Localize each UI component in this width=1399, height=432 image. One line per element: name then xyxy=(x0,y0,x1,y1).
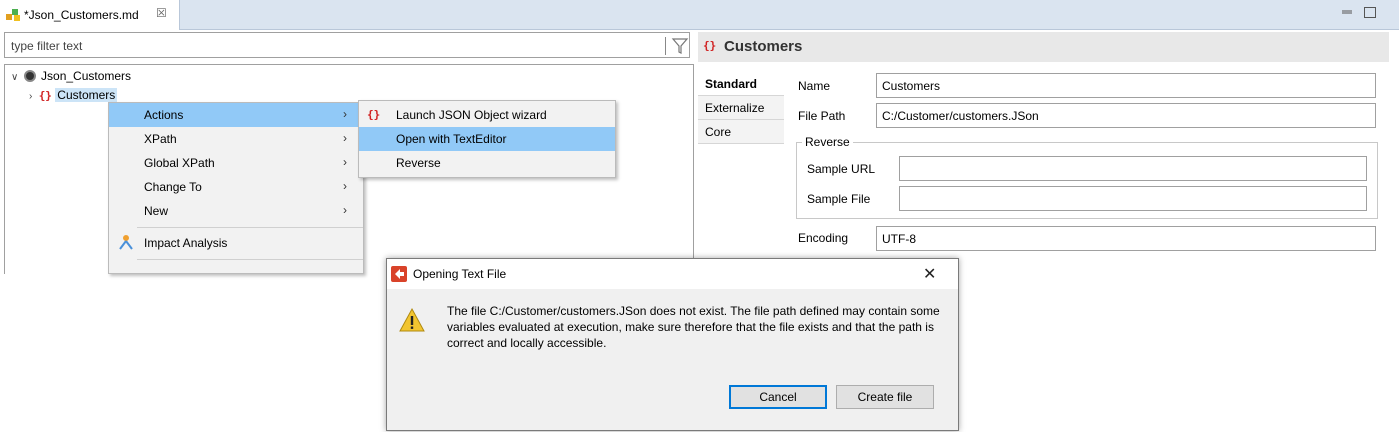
menu-item-label: Open with TextEditor xyxy=(396,132,507,146)
tree-item-json-customers[interactable]: ∨ Json_Customers xyxy=(11,69,131,87)
menu-item-label: Change To xyxy=(144,180,202,194)
menu-item-launch-json-wizard[interactable]: {} Launch JSON Object wizard xyxy=(359,103,615,127)
impact-analysis-icon xyxy=(117,234,135,255)
tree-item-customers[interactable]: › {} Customers xyxy=(29,88,118,106)
model-root-icon xyxy=(23,70,36,82)
dialog-message: The file C:/Customer/customers.JSon does… xyxy=(447,304,940,350)
menu-item-xpath[interactable]: XPath › xyxy=(109,127,363,151)
menu-item-open-with-texteditor[interactable]: Open with TextEditor xyxy=(359,127,615,151)
reverse-group-title: Reverse xyxy=(802,135,853,149)
dialog-title: Opening Text File xyxy=(413,267,507,281)
submenu-arrow-icon: › xyxy=(343,203,347,217)
json-object-icon: {} xyxy=(367,108,381,121)
submenu-arrow-icon: › xyxy=(343,131,347,145)
editor-tab-bar xyxy=(0,0,1399,30)
sample-url-label: Sample URL xyxy=(807,162,876,176)
filter-field[interactable] xyxy=(4,32,690,58)
menu-item-reverse[interactable]: Reverse xyxy=(359,151,615,175)
context-menu: Actions › XPath › Global XPath › Change … xyxy=(108,102,364,274)
submenu-arrow-icon: › xyxy=(343,107,347,121)
menu-separator xyxy=(137,227,363,228)
menu-item-actions[interactable]: Actions › xyxy=(109,103,363,127)
menu-item-change-to[interactable]: Change To › xyxy=(109,175,363,199)
warning-icon xyxy=(399,307,425,333)
menu-item-label: Global XPath xyxy=(144,156,215,170)
encoding-field[interactable]: UTF-8 xyxy=(876,226,1376,251)
tree-item-label: Customers xyxy=(55,88,118,102)
menu-item-label: Launch JSON Object wizard xyxy=(396,108,547,122)
name-label: Name xyxy=(798,79,831,93)
tab-label: Externalize xyxy=(705,101,765,115)
name-field[interactable]: Customers xyxy=(876,73,1376,98)
menu-item-label: Reverse xyxy=(396,156,441,170)
menu-separator xyxy=(137,259,363,260)
encoding-value: UTF-8 xyxy=(882,232,916,246)
sample-url-field[interactable] xyxy=(899,156,1367,181)
expanded-twisty-icon[interactable]: ∨ xyxy=(11,72,18,83)
file-path-field[interactable]: C:/Customer/customers.JSon xyxy=(876,103,1376,128)
filter-separator xyxy=(665,37,666,55)
menu-item-label: Impact Analysis xyxy=(144,236,228,250)
submenu-arrow-icon: › xyxy=(343,179,347,193)
tab-standard[interactable]: Standard xyxy=(698,72,784,96)
json-object-icon: {} xyxy=(703,39,717,52)
encoding-label: Encoding xyxy=(798,231,849,245)
tab-label: Core xyxy=(705,125,732,139)
filter-funnel-icon[interactable] xyxy=(671,36,689,56)
model-file-icon xyxy=(6,8,22,22)
menu-item-global-xpath[interactable]: Global XPath › xyxy=(109,151,363,175)
create-file-button[interactable]: Create file xyxy=(836,385,934,409)
cancel-button[interactable]: Cancel xyxy=(729,385,827,409)
editor-tab-title: *Json_Customers.md xyxy=(24,8,139,22)
minimize-icon[interactable] xyxy=(1340,6,1354,18)
properties-side-tabs: Standard Externalize Core xyxy=(698,72,784,272)
tab-externalize[interactable]: Externalize xyxy=(698,96,784,120)
name-value: Customers xyxy=(882,79,941,93)
menu-item-label: XPath xyxy=(144,132,177,146)
filter-input[interactable] xyxy=(9,37,653,55)
menu-item-new[interactable]: New › xyxy=(109,199,363,223)
dialog-titlebar[interactable]: Opening Text File ✕ xyxy=(387,259,958,289)
tab-label: Standard xyxy=(705,77,758,91)
sample-file-field[interactable] xyxy=(899,186,1367,211)
file-path-value: C:/Customer/customers.JSon xyxy=(882,109,1039,123)
close-icon[interactable]: ✕ xyxy=(923,264,936,284)
opening-text-file-dialog: Opening Text File ✕ The file C:/Customer… xyxy=(386,258,959,431)
tab-core[interactable]: Core xyxy=(698,120,784,144)
menu-item-impact-analysis[interactable]: Impact Analysis xyxy=(109,231,363,255)
close-tab-icon[interactable]: ☒ xyxy=(156,6,167,20)
maximize-icon[interactable] xyxy=(1364,7,1376,18)
sample-file-label: Sample File xyxy=(807,192,871,206)
json-object-icon: {} xyxy=(38,89,52,102)
submenu-arrow-icon: › xyxy=(343,155,347,169)
editor-tab[interactable]: *Json_Customers.md ☒ xyxy=(0,0,180,30)
app-icon xyxy=(391,266,407,282)
menu-item-label: New xyxy=(144,204,169,218)
collapsed-twisty-icon[interactable]: › xyxy=(29,91,32,102)
actions-submenu: {} Launch JSON Object wizard Open with T… xyxy=(358,100,616,178)
file-path-label: File Path xyxy=(798,109,846,123)
menu-item-label: Actions xyxy=(144,108,184,122)
properties-title: Customers xyxy=(724,38,803,55)
tree-item-label: Json_Customers xyxy=(41,69,132,83)
